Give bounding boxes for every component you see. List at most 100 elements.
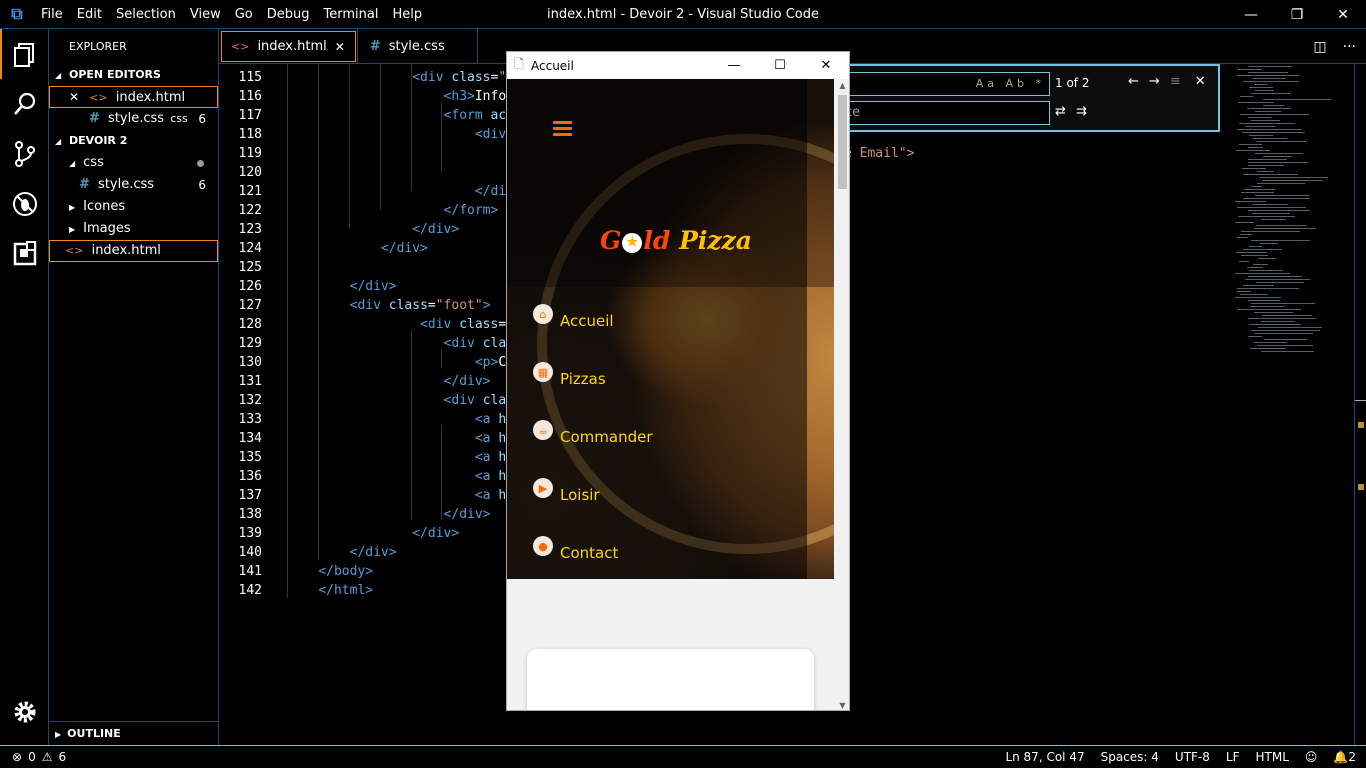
line-number: 140 bbox=[238, 545, 262, 560]
title-bar: ⧉ File Edit Selection View Go Debug Term… bbox=[0, 0, 1366, 29]
folder-images[interactable]: ▶ Images bbox=[49, 218, 218, 240]
replace-one-icon[interactable]: ⇄ bbox=[1055, 104, 1066, 119]
notifications[interactable]: 🔔2 bbox=[1333, 750, 1356, 764]
line-number: 137 bbox=[238, 488, 262, 503]
find-in-selection-icon[interactable]: ≡ bbox=[1170, 74, 1181, 89]
menu-view[interactable]: View bbox=[183, 0, 228, 29]
menu-file[interactable]: File bbox=[34, 0, 70, 29]
code-text: </form> bbox=[443, 203, 499, 218]
line-number: 123 bbox=[238, 222, 262, 237]
open-editor-item[interactable]: ✕ <> index.html bbox=[49, 86, 218, 108]
indentation[interactable]: Spaces: 4 bbox=[1101, 750, 1159, 764]
menu-selection[interactable]: Selection bbox=[109, 0, 183, 29]
preview-maximize-icon[interactable]: ☐ bbox=[757, 52, 803, 79]
previous-match-icon[interactable]: ← bbox=[1128, 74, 1139, 89]
line-number: 134 bbox=[238, 431, 262, 446]
user-icon: ● bbox=[533, 536, 553, 556]
menu-debug[interactable]: Debug bbox=[260, 0, 317, 29]
scroll-down-icon[interactable]: ▼ bbox=[834, 701, 849, 710]
open-editors-section[interactable]: ◢ OPEN EDITORS bbox=[49, 64, 218, 86]
source-control-icon[interactable] bbox=[0, 129, 49, 179]
home-icon: ⌂ bbox=[533, 304, 553, 324]
replace-input[interactable]: ace bbox=[830, 101, 1050, 125]
code-text: <inp bbox=[287, 144, 537, 163]
cup-icon: ☕ bbox=[533, 420, 553, 440]
close-find-icon[interactable]: ✕ bbox=[1195, 74, 1206, 89]
minimap[interactable] bbox=[1231, 64, 1351, 745]
close-tab-icon[interactable]: ✕ bbox=[335, 40, 345, 54]
content-card bbox=[527, 649, 814, 710]
preview-close-icon[interactable]: ✕ bbox=[803, 52, 849, 79]
browser-preview-window: 🗋 Accueil — ☐ ✕ G★ld Pizza ⌂ Accueil ▦ bbox=[506, 51, 850, 711]
error-icon: ⊗ bbox=[12, 750, 23, 764]
line-number: 117 bbox=[238, 108, 262, 123]
folder-open-triangle-icon: ◢ bbox=[69, 159, 76, 168]
feedback-smiley-icon[interactable]: ☺ bbox=[1305, 750, 1318, 764]
file-index-html[interactable]: <> index.html bbox=[49, 240, 218, 262]
close-editor-icon[interactable]: ✕ bbox=[69, 90, 79, 104]
editor-scrollbar[interactable] bbox=[1354, 64, 1366, 745]
tab-actions: ◫ ··· bbox=[1313, 29, 1356, 64]
line-number: 129 bbox=[238, 336, 262, 351]
scroll-up-icon[interactable]: ▲ bbox=[834, 81, 849, 90]
folder-css[interactable]: ◢ css bbox=[49, 152, 218, 174]
problems-badge: 6 bbox=[198, 178, 206, 192]
find-options[interactable]: Aa Ab * bbox=[976, 73, 1045, 95]
line-number: 119 bbox=[238, 146, 262, 161]
open-editor-folder: css bbox=[170, 112, 188, 125]
restore-icon[interactable]: ❐ bbox=[1274, 0, 1320, 29]
scroll-thumb[interactable] bbox=[838, 95, 847, 189]
html-file-icon: <> bbox=[231, 40, 250, 53]
line-number: 115 bbox=[238, 70, 262, 85]
menu-terminal[interactable]: Terminal bbox=[317, 0, 386, 29]
project-section[interactable]: ◢ DEVOIR 2 bbox=[49, 130, 218, 152]
search-icon[interactable] bbox=[0, 79, 49, 129]
language-mode[interactable]: HTML bbox=[1255, 750, 1288, 764]
tab-index-html[interactable]: <> index.html ✕ bbox=[219, 29, 358, 64]
explorer-title: EXPLORER bbox=[69, 40, 127, 53]
window-controls: — ❐ ✕ bbox=[1228, 0, 1366, 29]
menu-help[interactable]: Help bbox=[385, 0, 429, 29]
collapse-triangle-icon: ◢ bbox=[55, 137, 62, 146]
next-match-icon[interactable]: → bbox=[1149, 74, 1160, 89]
file-style-css[interactable]: # style.css 6 bbox=[49, 174, 218, 196]
status-bar: ⊗ 0 ⚠ 6 Ln 87, Col 47 Spaces: 4 UTF-8 LF H… bbox=[0, 745, 1366, 768]
menu-go[interactable]: Go bbox=[228, 0, 260, 29]
end-of-line[interactable]: LF bbox=[1226, 750, 1240, 764]
preview-scrollbar[interactable]: ▲ ▼ bbox=[834, 79, 849, 710]
folder-icones[interactable]: ▶ Icones bbox=[49, 196, 218, 218]
css-file-icon: # bbox=[369, 39, 381, 54]
close-icon[interactable]: ✕ bbox=[1320, 0, 1366, 29]
expand-triangle-icon: ▶ bbox=[55, 730, 62, 739]
settings-gear-icon[interactable] bbox=[0, 687, 49, 737]
more-actions-icon[interactable]: ··· bbox=[1343, 39, 1356, 55]
pizza-icon: ▦ bbox=[533, 362, 553, 382]
outline-section[interactable]: ▶ OUTLINE bbox=[49, 721, 218, 745]
preview-title-bar: 🗋 Accueil — ☐ ✕ bbox=[507, 52, 849, 79]
find-navigation: ← → ≡ ✕ bbox=[1128, 74, 1206, 89]
split-editor-icon[interactable]: ◫ bbox=[1313, 39, 1326, 55]
html-file-icon: <> bbox=[89, 91, 108, 104]
explorer-icon[interactable] bbox=[0, 29, 49, 79]
tab-style-css[interactable]: # style.css bbox=[358, 29, 478, 64]
line-number: 139 bbox=[238, 526, 262, 541]
open-editor-item[interactable]: # style.css css 6 bbox=[49, 108, 218, 130]
hamburger-menu-icon[interactable] bbox=[553, 121, 572, 139]
css-file-icon: # bbox=[79, 177, 90, 192]
cursor-position[interactable]: Ln 87, Col 47 bbox=[1005, 750, 1084, 764]
find-input[interactable]: 5 Aa Ab * bbox=[830, 72, 1050, 96]
preview-minimize-icon[interactable]: — bbox=[711, 52, 757, 79]
menu-edit[interactable]: Edit bbox=[70, 0, 109, 29]
debug-icon[interactable] bbox=[0, 179, 49, 229]
code-text: </div> bbox=[349, 545, 397, 560]
minimize-icon[interactable]: — bbox=[1228, 0, 1274, 29]
code-text: <div class="foot"> bbox=[349, 298, 491, 313]
modified-dot-icon bbox=[197, 160, 204, 167]
folder-closed-triangle-icon: ▶ bbox=[69, 203, 76, 212]
encoding[interactable]: UTF-8 bbox=[1175, 750, 1210, 764]
extensions-icon[interactable] bbox=[0, 229, 49, 279]
match-count: 1 of 2 bbox=[1055, 76, 1090, 90]
code-text: </div> bbox=[443, 374, 491, 389]
replace-all-icon[interactable]: ⇉ bbox=[1076, 104, 1087, 119]
problems-status[interactable]: ⊗ 0 ⚠ 6 bbox=[0, 750, 66, 764]
